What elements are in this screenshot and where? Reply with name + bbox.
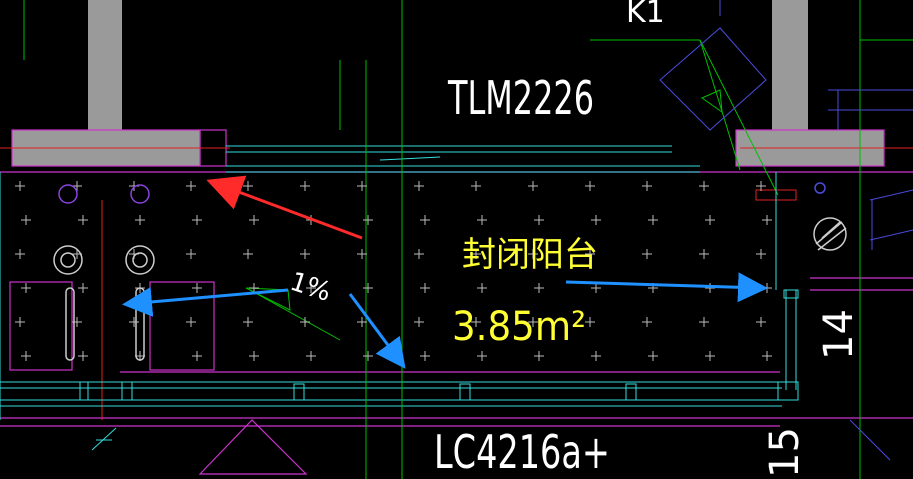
slope-label: 1% [286,267,335,308]
cyan-frames [0,145,799,451]
window-code-label: LC4216a+ [434,425,610,479]
side-dimension-a: 14 [816,309,862,360]
blue-arrow-icon [565,272,768,303]
cad-floorplan-svg: TLM2226 LC4216a+ 封闭阳台 3.85m² 1% K1 14 15 [0,0,913,479]
top-right-code-label: K1 [626,0,665,30]
room-boundary [0,172,777,420]
room-area-label: 3.85m² [452,304,586,350]
side-dimension-b: 15 [762,427,808,478]
floor-hatch-crosses [15,181,772,361]
cad-drawing-canvas: TLM2226 LC4216a+ 封闭阳台 3.85m² 1% K1 14 15 [0,0,913,479]
floor-drain-icon [53,182,847,361]
room-name-label: 封闭阳台 [462,235,598,275]
door-code-label: TLM2226 [447,71,594,125]
red-arrow-icon [206,175,363,240]
blue-arrow-icon [348,293,406,369]
